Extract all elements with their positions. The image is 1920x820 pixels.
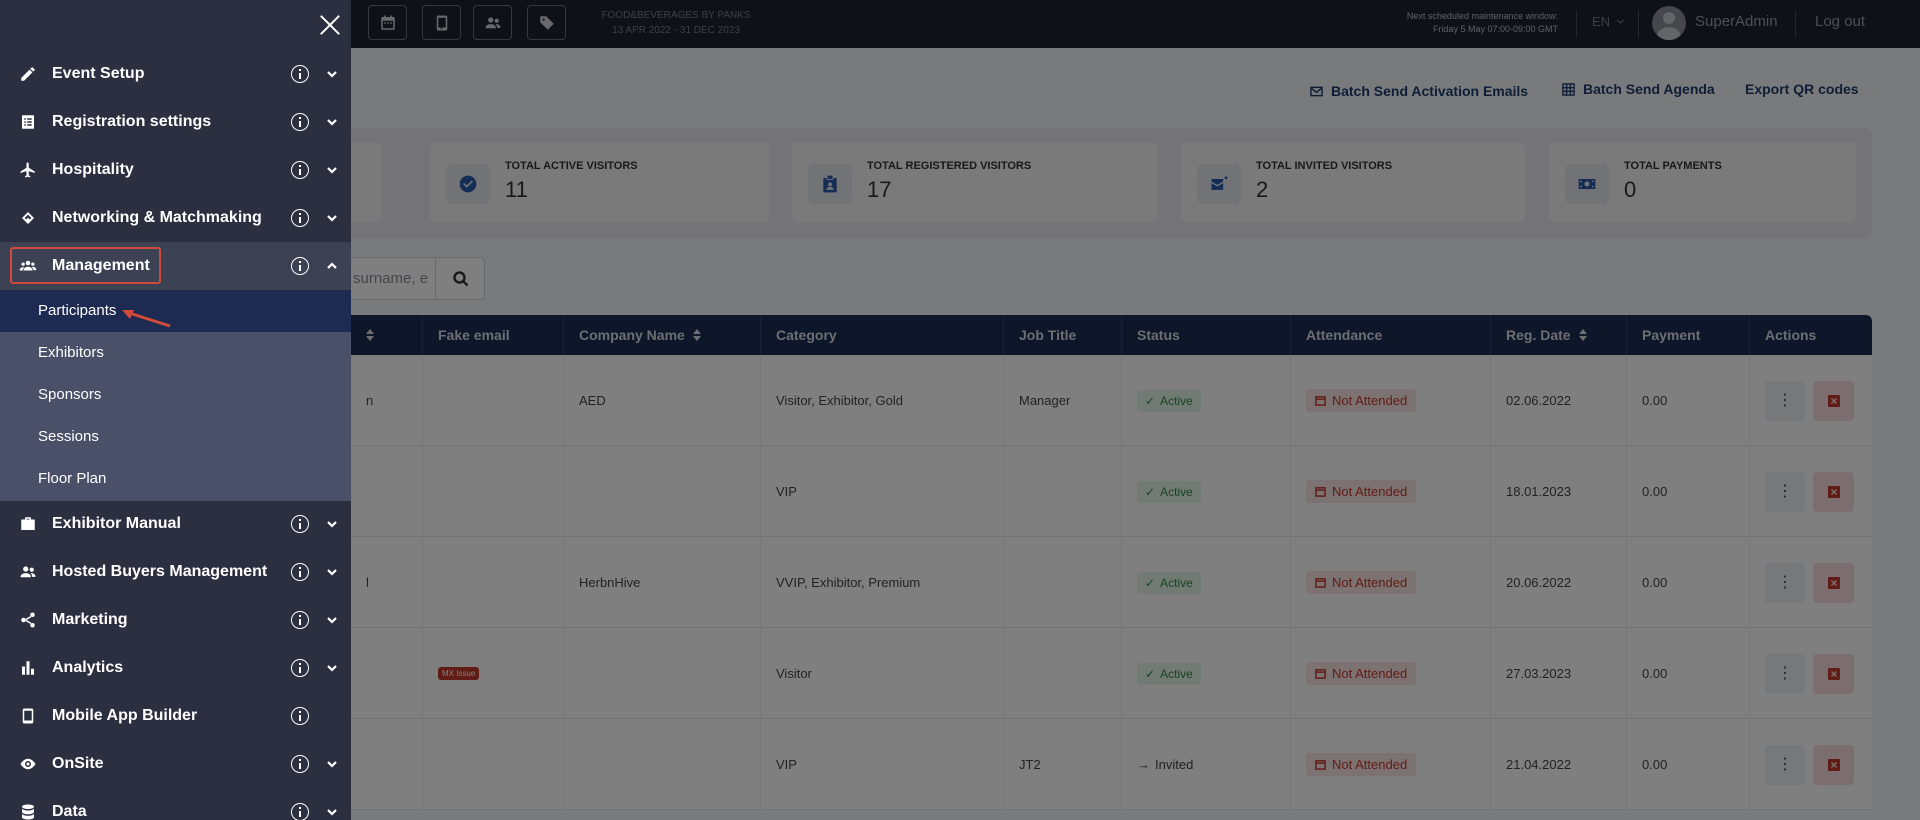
sidebar-item-label: Exhibitor Manual <box>52 515 181 532</box>
chevron-down-icon <box>327 617 337 624</box>
info-icon[interactable] <box>291 803 309 820</box>
sidebar-item-label: Event Setup <box>52 65 145 82</box>
sidebar-item-label: Hospitality <box>52 161 134 178</box>
chevron-down-icon <box>327 665 337 672</box>
eye-icon <box>20 758 36 770</box>
sidebar-item-registration-settings[interactable]: Registration settings <box>0 98 351 146</box>
bar-chart-icon <box>22 661 34 675</box>
sidebar-item-label: OnSite <box>52 755 104 772</box>
sidebar-item-label: Networking & Matchmaking <box>52 209 262 226</box>
chevron-up-icon <box>327 262 337 269</box>
info-icon[interactable] <box>291 209 309 227</box>
sidebar-item-onsite[interactable]: OnSite <box>0 740 351 788</box>
sidebar-item-label: Registration settings <box>52 113 212 130</box>
handshake-icon <box>22 212 34 224</box>
chevron-down-icon <box>327 809 337 816</box>
sidebar-item-data[interactable]: Data <box>0 788 351 820</box>
management-submenu: Participants Exhibitors Sponsors Session… <box>0 290 351 501</box>
sidebar-item-label: Hosted Buyers Management <box>52 563 268 580</box>
sidebar-item-hosted-buyers-management[interactable]: Hosted Buyers Management <box>0 548 351 596</box>
database-icon <box>22 804 34 820</box>
sidebar-menu: Event Setup Registration settings Hospit… <box>0 0 351 820</box>
sidebar-item-event-setup[interactable]: Event Setup <box>0 50 351 98</box>
chevron-down-icon <box>327 761 337 768</box>
users-icon <box>20 566 36 578</box>
sidebar-subitem-exhibitors[interactable]: Exhibitors <box>0 332 351 374</box>
sidebar-item-networking-matchmaking[interactable]: Networking & Matchmaking <box>0 194 351 242</box>
sidebar-subitem-sponsors[interactable]: Sponsors <box>0 374 351 416</box>
chevron-down-icon <box>327 521 337 528</box>
info-icon[interactable] <box>291 113 309 131</box>
sidebar-item-label: Marketing <box>52 611 128 628</box>
sidebar-item-analytics[interactable]: Analytics <box>0 644 351 692</box>
sidebar-item-label: Analytics <box>52 659 124 676</box>
share-icon <box>21 612 35 628</box>
chevron-down-icon <box>327 71 337 78</box>
briefcase-icon <box>21 517 35 530</box>
mobile-icon <box>22 708 34 724</box>
sidebar-subitem-sessions[interactable]: Sessions <box>0 416 351 458</box>
chevron-down-icon <box>327 119 337 126</box>
info-icon[interactable] <box>291 659 309 677</box>
sidebar-item-hospitality[interactable]: Hospitality <box>0 146 351 194</box>
highlight-annotation <box>10 247 161 284</box>
info-icon[interactable] <box>291 611 309 629</box>
arrow-annotation-icon <box>122 310 171 328</box>
sidebar-item-label: Mobile App Builder <box>52 707 198 724</box>
list-icon <box>22 115 34 129</box>
info-icon[interactable] <box>291 707 309 725</box>
close-sidebar-button[interactable] <box>318 13 342 37</box>
info-icon[interactable] <box>291 257 309 275</box>
info-icon[interactable] <box>291 755 309 773</box>
info-icon[interactable] <box>291 161 309 179</box>
info-icon[interactable] <box>291 563 309 581</box>
pencil-icon <box>21 67 35 81</box>
plane-icon <box>20 162 35 178</box>
chevron-down-icon <box>327 569 337 576</box>
chevron-down-icon <box>327 215 337 222</box>
sidebar-item-label: Data <box>52 803 87 820</box>
sidebar-item-mobile-app-builder[interactable]: Mobile App Builder <box>0 692 351 740</box>
sidebar-subitem-participants[interactable]: Participants <box>0 290 351 332</box>
info-icon[interactable] <box>291 65 309 83</box>
chevron-down-icon <box>327 167 337 174</box>
sidebar-item-exhibitor-manual[interactable]: Exhibitor Manual <box>0 500 351 548</box>
sidebar-subitem-floor-plan[interactable]: Floor Plan <box>0 458 351 500</box>
info-icon[interactable] <box>291 515 309 533</box>
sidebar-item-marketing[interactable]: Marketing <box>0 596 351 644</box>
